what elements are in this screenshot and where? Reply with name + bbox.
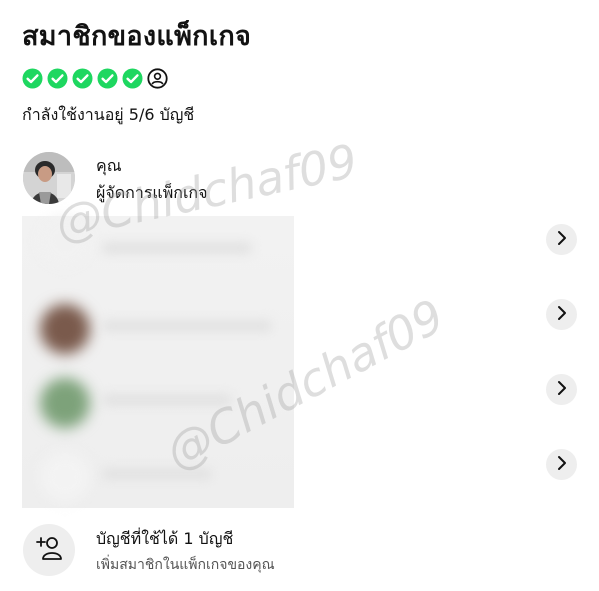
blurred-text [102,394,232,406]
check-circle-icon [47,68,68,89]
add-user-icon [34,533,64,567]
usage-count: กำลังใช้งานอยู่ 5/6 บัญชี [22,105,195,124]
avatar [40,304,90,354]
check-circle-icon [72,68,93,89]
plan-slots [22,66,172,90]
chevron-right-icon [555,230,569,250]
add-member-subtitle: เพิ่มสมาชิกในแพ็กเกจของคุณ [96,557,275,573]
member-role: ผู้จัดการแพ็กเกจ [96,183,208,202]
user-outline-icon [147,67,168,89]
member-details-button[interactable] [546,224,577,255]
avatar [40,452,90,502]
chevron-right-icon [555,380,569,400]
avatar [40,378,90,428]
check-circle-icon [97,68,118,89]
member-details-button[interactable] [546,299,577,330]
blurred-text [102,242,252,254]
blurred-text [102,320,272,332]
member-details-button[interactable] [546,449,577,480]
blurred-members-region [22,216,294,508]
avatar [40,216,90,266]
chevron-right-icon [555,455,569,475]
avatar [23,152,75,204]
available-accounts-title[interactable]: บัญชีที่ใช้ได้ 1 บัญชี [96,527,233,552]
check-circle-icon [22,68,43,89]
add-member-button[interactable] [23,524,75,576]
member-row-manager: คุณ ผู้จัดการแพ็กเกจ [0,150,599,210]
member-name: คุณ [96,156,122,175]
member-details-button[interactable] [546,374,577,405]
blurred-text [102,468,212,480]
page-title: สมาชิกของแพ็กเกจ [22,21,252,52]
chevron-right-icon [555,305,569,325]
check-circle-icon [122,68,143,89]
